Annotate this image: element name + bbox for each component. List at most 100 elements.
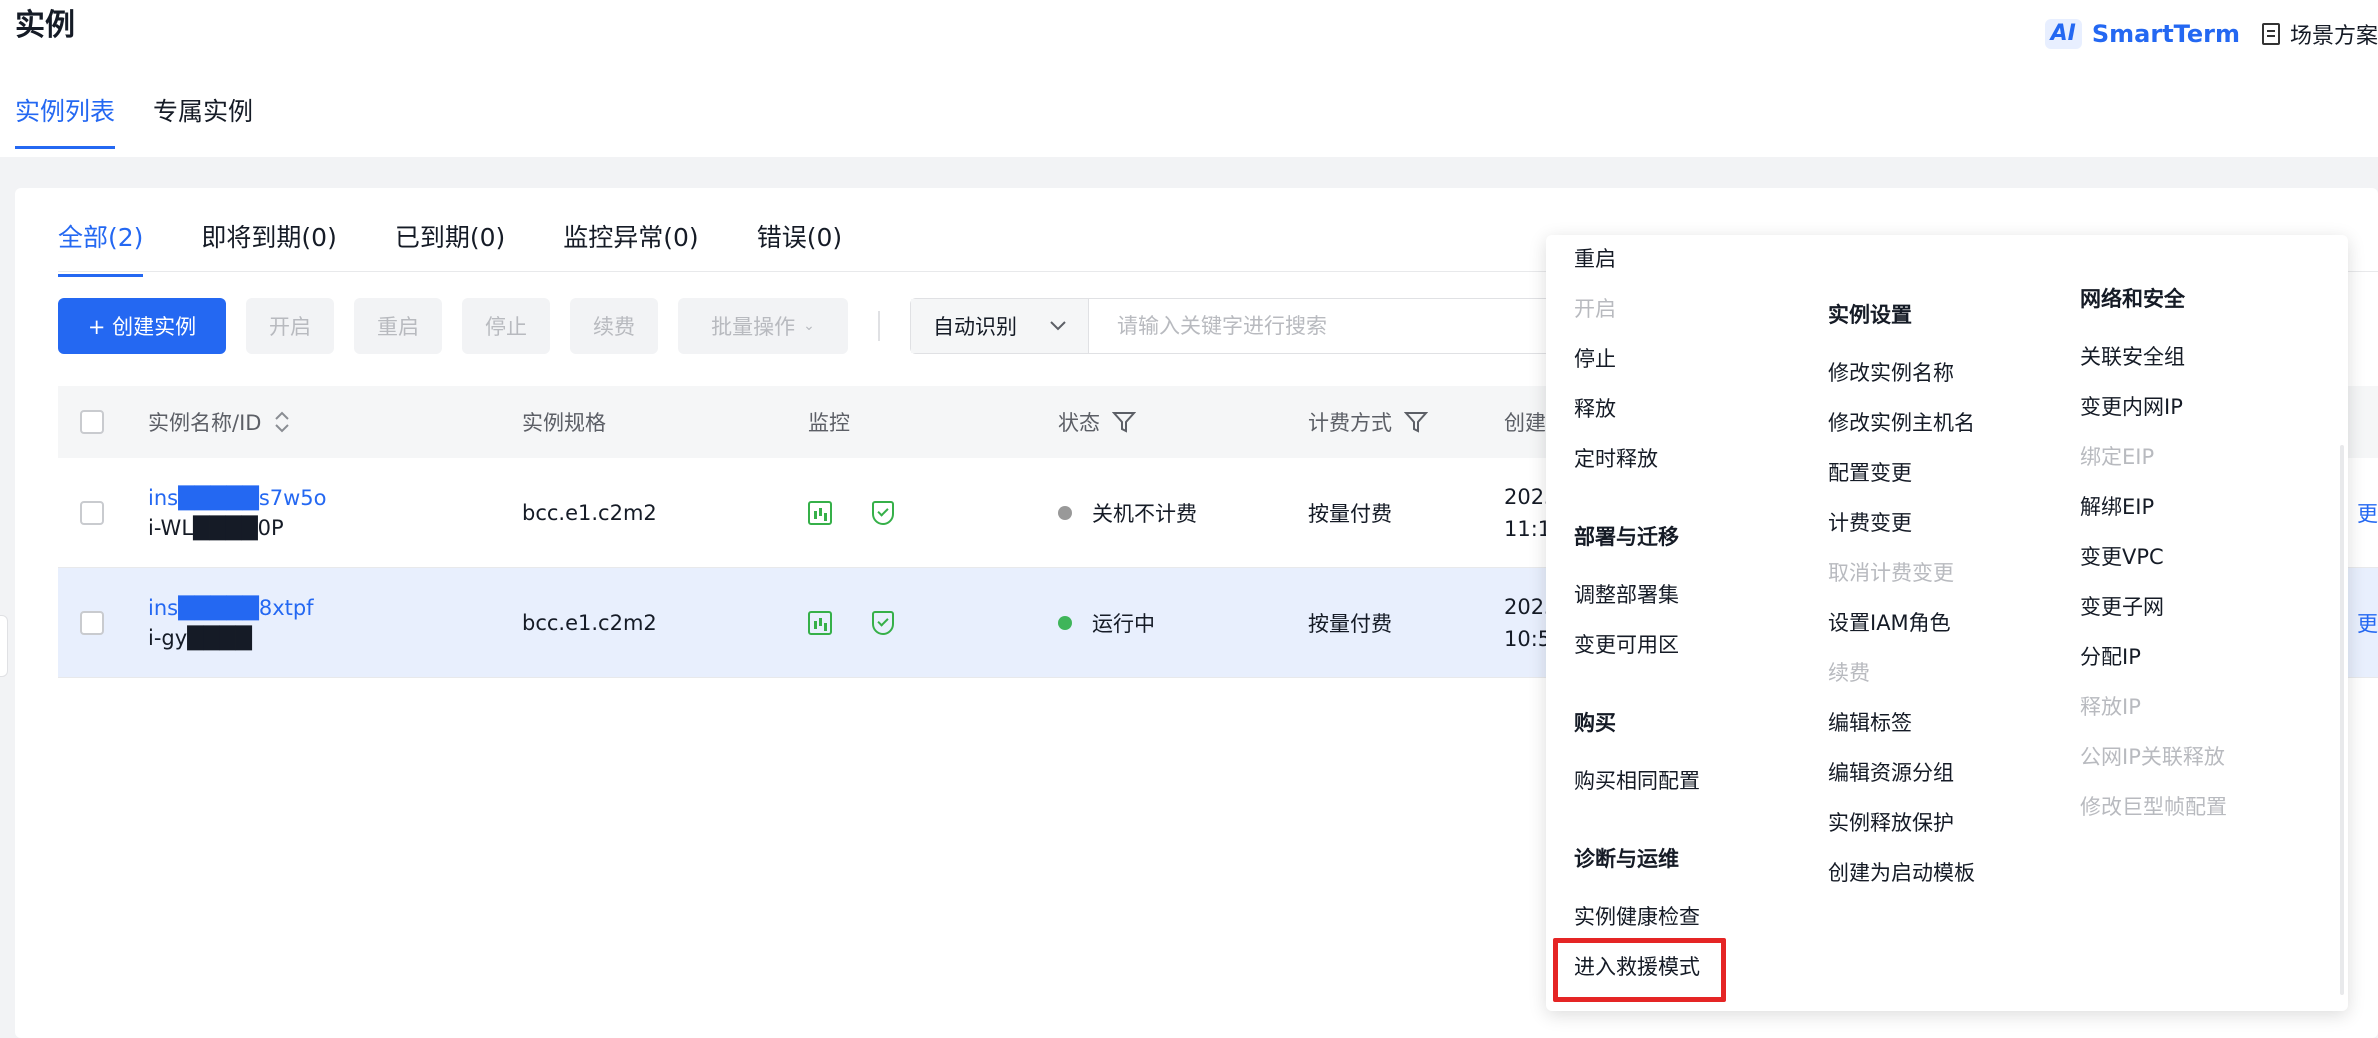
menu-item-health-check[interactable]: 实例健康检查 [1574,901,1700,931]
smartterm-button[interactable]: AI SmartTerm [2044,19,2240,49]
menu-item-assign-ip[interactable]: 分配IP [2080,641,2141,671]
header-monitor: 监控 [808,411,850,435]
batch-operation-button[interactable]: 批量操作 ⌄ [678,298,848,354]
menu-section-deploy: 部署与迁移 [1574,525,1679,549]
instance-id: i-gy████ [148,625,252,650]
menu-item-buy-same[interactable]: 购买相同配置 [1574,765,1700,795]
tab-expired[interactable]: 已到期(0) [395,218,505,277]
status-dot [1058,615,1072,630]
dropdown-scrollbar[interactable] [2340,445,2344,995]
top-tabs: 实例列表 专属实例 [15,92,253,149]
instance-spec: bcc.e1.c2m2 [522,500,657,525]
menu-item-resize[interactable]: 配置变更 [1828,457,1912,487]
menu-section-diagnosis: 诊断与运维 [1574,847,1679,871]
menu-item-release[interactable]: 释放 [1574,393,1616,423]
menu-item-restart[interactable]: 重启 [1574,243,1616,273]
row-checkbox-cell [80,458,104,567]
search-input[interactable] [1089,299,1575,353]
tab-monitor-abnormal[interactable]: 监控异常(0) [563,218,698,277]
renew-button[interactable]: 续费 [570,298,658,354]
monitor-chart-icon[interactable] [808,610,832,635]
instance-spec: bcc.e1.c2m2 [522,610,657,635]
scene-label: 场景方案 [2289,24,2378,49]
menu-section-buy: 购买 [1574,711,1616,735]
header-billing: 计费方式 [1308,386,1428,458]
menu-item-scheduled-release[interactable]: 定时释放 [1574,443,1658,473]
select-all-checkbox-cell [80,386,104,458]
status-dot [1058,505,1072,520]
instance-name-link[interactable]: ins█████8xtpf [148,596,314,620]
menu-item-unbind-eip[interactable]: 解绑EIP [2080,491,2154,521]
row-checkbox[interactable] [80,610,104,635]
search-group: 自动识别 [910,298,1636,354]
header-name-label: 实例名称/ID [148,411,262,435]
start-button[interactable]: 开启 [246,298,334,354]
create-instance-button[interactable]: + 创建实例 [58,298,226,354]
menu-item-create-template[interactable]: 创建为启动模板 [1828,857,1975,887]
sort-icon[interactable] [273,409,291,435]
toolbar-separator [878,311,880,341]
menu-item-change-subnet[interactable]: 变更子网 [2080,591,2164,621]
tab-error[interactable]: 错误(0) [757,218,842,277]
menu-item-jumbo-frame[interactable]: 修改巨型帧配置 [2080,791,2227,821]
menu-item-release-ip[interactable]: 释放IP [2080,691,2141,721]
shield-check-icon[interactable] [872,610,894,635]
search-type-label: 自动识别 [933,315,1017,339]
select-all-checkbox[interactable] [80,410,104,434]
shield-check-icon[interactable] [872,500,894,525]
filter-icon[interactable] [1404,410,1428,434]
instance-name-link[interactable]: ins█████s7w5o [148,486,327,510]
menu-item-change-private-ip[interactable]: 变更内网IP [2080,391,2183,421]
tab-all[interactable]: 全部(2) [58,218,144,277]
smartterm-label: SmartTerm [2091,20,2240,48]
menu-item-hostname[interactable]: 修改实例主机名 [1828,407,1975,437]
header-actions: AI SmartTerm 场景方案 [2044,16,2378,52]
header-billing-label: 计费方式 [1308,411,1392,435]
monitor-chart-icon[interactable] [808,500,832,525]
filter-icon[interactable] [1112,410,1136,434]
menu-item-rename[interactable]: 修改实例名称 [1828,357,1954,387]
menu-item-release-protection[interactable]: 实例释放保护 [1828,807,1954,837]
billing-text: 按量付费 [1308,611,1392,636]
tab-instance-list[interactable]: 实例列表 [15,92,116,149]
chevron-down-icon [1050,321,1066,331]
menu-item-stop[interactable]: 停止 [1574,343,1616,373]
search-type-select[interactable]: 自动识别 [911,299,1089,353]
monitor-cell [808,568,894,677]
menu-item-iam-role[interactable]: 设置IAM角色 [1828,607,1951,637]
menu-item-public-ip-release[interactable]: 公网IP关联释放 [2080,741,2225,771]
menu-item-billing-change[interactable]: 计费变更 [1828,507,1912,537]
menu-item-bind-eip[interactable]: 绑定EIP [2080,441,2154,471]
instance-id: i-WL████0P [148,515,284,540]
header-name[interactable]: 实例名称/ID [148,386,291,458]
row-checkbox[interactable] [80,500,104,525]
menu-item-edit-tags[interactable]: 编辑标签 [1828,707,1912,737]
more-actions-dropdown: 重启 开启 停止 释放 定时释放 部署与迁移 调整部署集 变更可用区 购买 购买… [1546,235,2348,1011]
restart-button[interactable]: 重启 [354,298,442,354]
menu-item-cancel-billing-change[interactable]: 取消计费变更 [1828,557,1954,587]
menu-item-security-group[interactable]: 关联安全组 [2080,341,2185,371]
menu-item-renew[interactable]: 续费 [1828,657,1870,687]
row-checkbox-cell [80,568,104,677]
sidebar-toggle-handle[interactable] [0,615,8,677]
header-spec: 实例规格 [522,411,606,435]
more-action-link[interactable]: 更 [2357,568,2378,677]
chevron-down-icon: ⌄ [803,318,815,334]
document-icon [2261,23,2280,45]
header-status: 状态 [1058,386,1136,458]
menu-item-resource-group[interactable]: 编辑资源分组 [1828,757,1954,787]
menu-section-network-security: 网络和安全 [2080,287,2185,311]
instance-name-cell: ins█████s7w5o i-WL████0P [148,458,327,567]
menu-item-change-zone[interactable]: 变更可用区 [1574,629,1679,659]
menu-item-adjust-deployset[interactable]: 调整部署集 [1574,579,1679,609]
more-action-link[interactable]: 更 [2357,458,2378,567]
menu-item-change-vpc[interactable]: 变更VPC [2080,541,2164,571]
menu-item-start[interactable]: 开启 [1574,293,1616,323]
status-cell: 运行中 [1058,568,1155,677]
tab-expiring[interactable]: 即将到期(0) [201,218,336,277]
scene-solution-link[interactable]: 场景方案 [2261,18,2378,50]
stop-button[interactable]: 停止 [462,298,550,354]
tab-dedicated-instance[interactable]: 专属实例 [153,92,253,149]
batch-operation-label: 批量操作 [711,315,796,339]
instance-name-cell: ins█████8xtpf i-gy████ [148,568,314,677]
